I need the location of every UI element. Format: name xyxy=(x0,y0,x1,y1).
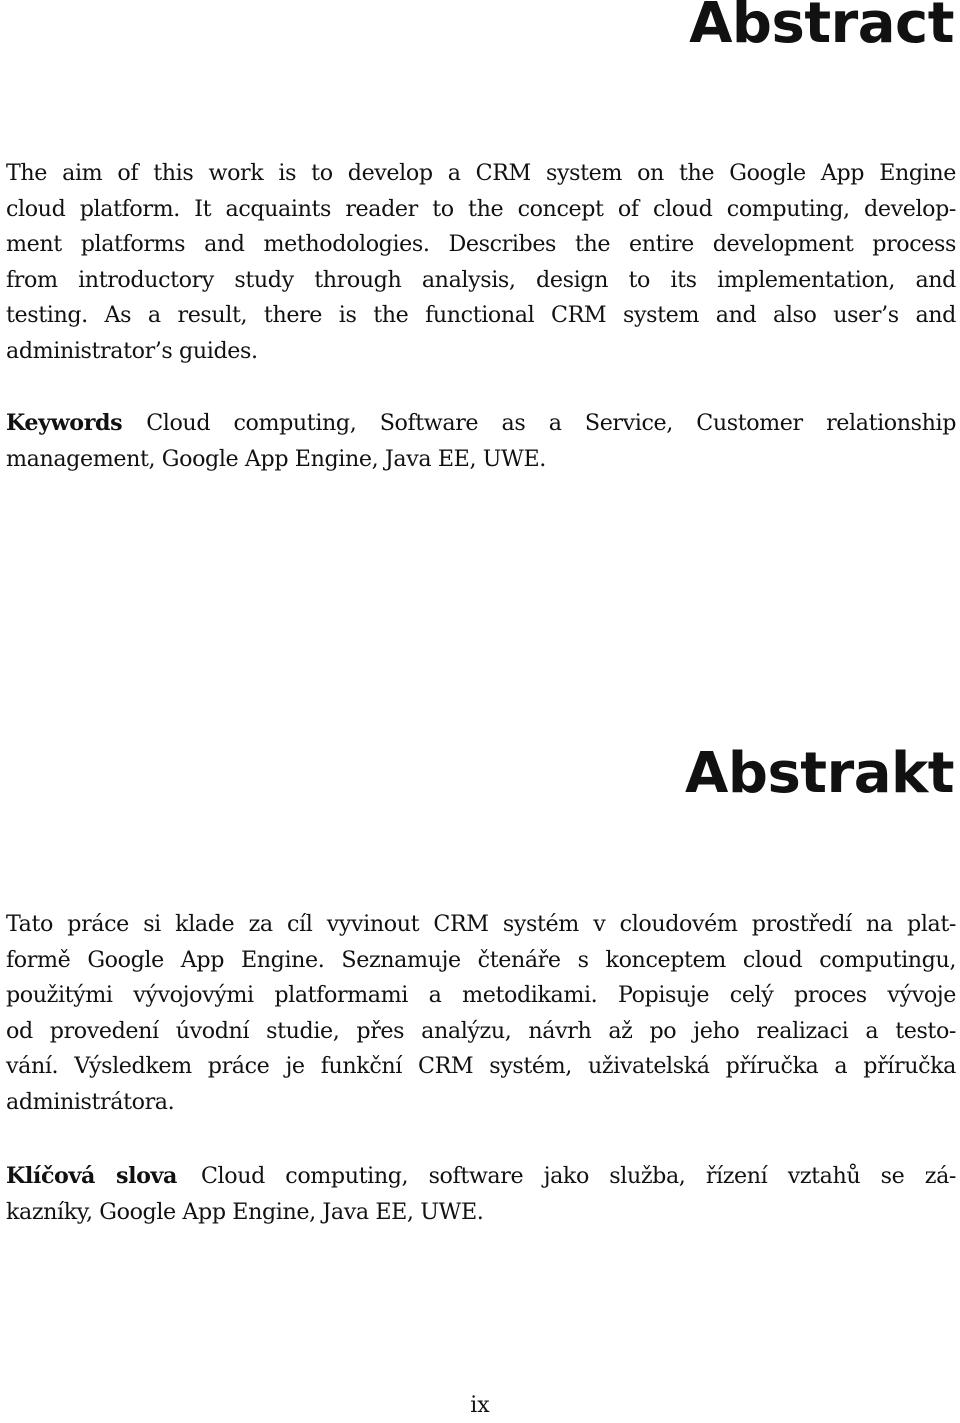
abstract-cz-paragraph: Tato práce si klade za cíl vyvinout CRM … xyxy=(6,907,956,1120)
text-line: vání. Výsledkem práce je funkční CRM sys… xyxy=(6,1053,956,1079)
text-line: cloud platform. It acquaints reader to t… xyxy=(6,195,956,222)
keywords-label: Klíčová slova xyxy=(6,1163,177,1189)
text-line: ment platforms and methodologies. Descri… xyxy=(6,231,956,257)
keywords-text: Cloud computing, software jako služba, ř… xyxy=(200,1163,957,1189)
text-line: testing. As a result, there is the funct… xyxy=(6,302,956,328)
abstract-en-paragraph: The aim of this work is to develop a CRM… xyxy=(6,156,956,369)
text-line: The aim of this work is to develop a CRM… xyxy=(6,160,956,186)
keywords-line: Klíčová slova Cloud computing, software j… xyxy=(6,1159,956,1195)
text-line: administrator’s guides. xyxy=(6,337,258,364)
keywords-label: Keywords xyxy=(6,410,123,436)
text-line: formě Google App Engine. Seznamuje čtená… xyxy=(6,946,956,973)
text-line: administrátora. xyxy=(6,1088,175,1115)
text-line: from introductory study through analysis… xyxy=(6,266,956,293)
keywords-text: Cloud computing, Software as a Service, … xyxy=(146,410,956,436)
page-number: ix xyxy=(470,1393,490,1418)
keywords-cz: Klíčová slova Cloud computing, software j… xyxy=(6,1159,956,1230)
keywords-line: management, Google App Engine, Java EE, … xyxy=(6,445,546,472)
keywords-en: Keywords Cloud computing, Software as a S… xyxy=(6,406,956,477)
text-line: použitými vývojovými platformami a metod… xyxy=(6,982,956,1008)
heading-abstrakt: Abstrakt xyxy=(685,741,954,806)
keywords-line: kazníky, Google App Engine, Java EE, UWE… xyxy=(6,1198,484,1225)
keywords-line: Keywords Cloud computing, Software as a S… xyxy=(6,406,956,442)
text-line: Tato práce si klade za cíl vyvinout CRM … xyxy=(6,911,956,937)
heading-abstract: Abstract xyxy=(689,0,954,56)
text-line: od provedení úvodní studie, přes analýzu… xyxy=(6,1017,956,1044)
